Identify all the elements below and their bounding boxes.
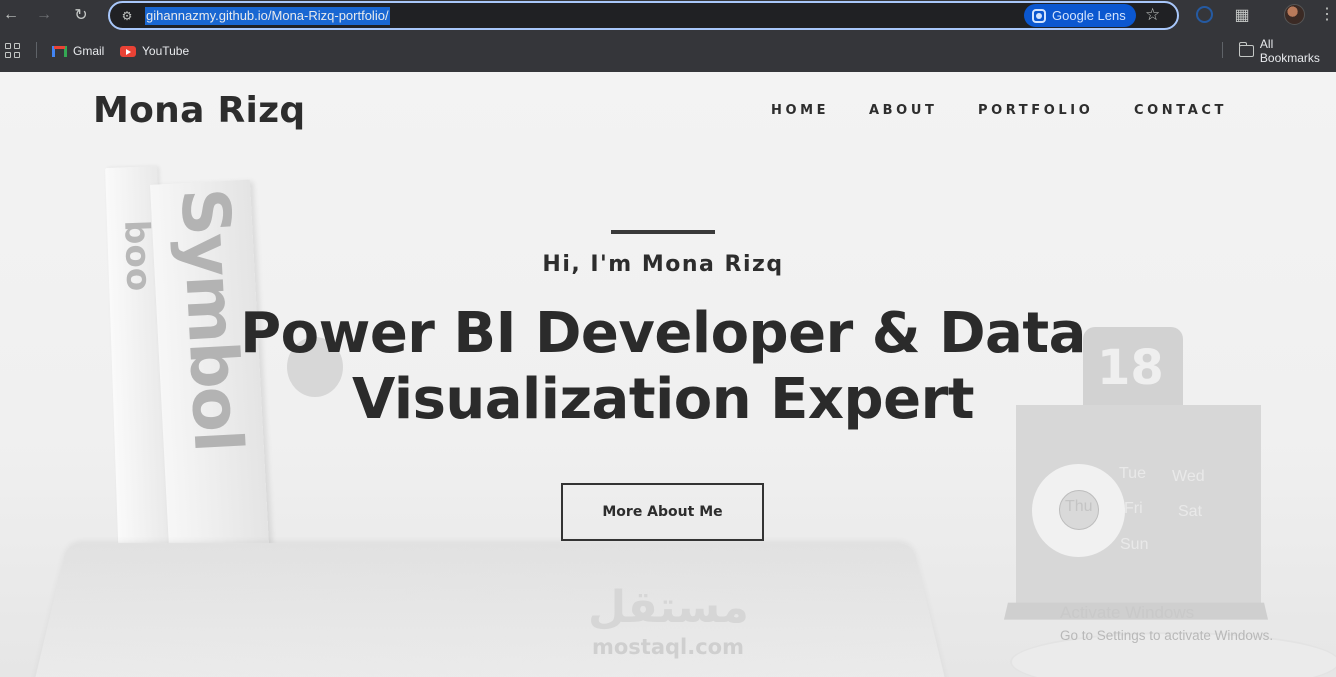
bookmark-youtube-label: YouTube: [142, 44, 189, 58]
site-settings-icon[interactable]: ⚙: [119, 8, 135, 24]
browser-toolbar: ← → ↻ ⚙ gihannazmy.github.io/Mona-Rizq-p…: [0, 0, 1336, 30]
hero-title: Power BI Developer & Data Visualization …: [190, 301, 1136, 433]
mostaql-watermark-latin: mostaql.com: [586, 635, 750, 659]
extension-icon[interactable]: [1196, 6, 1213, 23]
bookmark-gmail-label: Gmail: [73, 44, 104, 58]
address-bar[interactable]: ⚙ gihannazmy.github.io/Mona-Rizq-portfol…: [108, 1, 1179, 30]
calendar-dial: [1032, 464, 1125, 557]
book-left: [105, 166, 171, 566]
url-text[interactable]: gihannazmy.github.io/Mona-Rizq-portfolio…: [145, 7, 390, 25]
all-bookmarks-label: All Bookmarks: [1260, 37, 1336, 65]
hero-title-line-1: Power BI Developer & Data: [190, 301, 1136, 367]
bookmarks-bar: Gmail YouTube All Bookmarks: [0, 38, 1336, 64]
nav-about[interactable]: ABOUT: [869, 103, 937, 118]
calendar-day: Sat: [1178, 503, 1202, 521]
nav-contact[interactable]: CONTACT: [1134, 103, 1227, 118]
gmail-icon: [52, 46, 67, 57]
google-lens-label: Google Lens: [1052, 8, 1126, 23]
reload-icon[interactable]: ↻: [70, 4, 92, 26]
calendar-dial-center: [1059, 490, 1099, 530]
hero-title-line-2: Visualization Expert: [190, 367, 1136, 433]
nav-portfolio[interactable]: PORTFOLIO: [978, 103, 1093, 118]
google-lens-button[interactable]: Google Lens: [1024, 4, 1136, 27]
bookmark-youtube[interactable]: YouTube: [120, 42, 189, 60]
bookmark-gmail[interactable]: Gmail: [52, 42, 104, 60]
activate-windows-title: Activate Windows: [1060, 603, 1194, 623]
activate-windows-subtitle: Go to Settings to activate Windows.: [1060, 628, 1273, 643]
calendar-day: Sun: [1120, 536, 1148, 554]
browser-menu-icon[interactable]: ⋮: [1319, 4, 1335, 24]
google-lens-icon: [1032, 9, 1046, 23]
calendar-day: Tue: [1119, 465, 1146, 483]
mostaql-watermark-arabic: مستقل: [588, 582, 748, 633]
bookmark-star-icon[interactable]: ☆: [1145, 5, 1160, 25]
bookmarks-divider-right: [1222, 42, 1223, 58]
nav-home[interactable]: HOME: [771, 103, 829, 118]
laptop: [31, 543, 949, 677]
calendar-stand: [1016, 405, 1261, 615]
extensions-puzzle-icon[interactable]: ▦: [1231, 4, 1253, 26]
calendar-day: Fri: [1124, 500, 1143, 518]
more-about-me-button[interactable]: More About Me: [561, 483, 764, 541]
browser-chrome: ← → ↻ ⚙ gihannazmy.github.io/Mona-Rizq-p…: [0, 0, 1336, 72]
hero-greeting: Hi, I'm Mona Rizq: [0, 252, 1326, 277]
web-page: boo Symbol 18 Tue Wed Thu Fri Sat Sun Mo…: [0, 72, 1336, 677]
hero-divider: [611, 230, 715, 234]
forward-arrow-icon[interactable]: →: [33, 4, 55, 26]
calendar-day: Wed: [1172, 468, 1205, 486]
folder-icon: [1239, 45, 1254, 57]
youtube-icon: [120, 46, 136, 57]
bookmarks-divider: [36, 42, 37, 58]
site-logo[interactable]: Mona Rizq: [93, 90, 306, 131]
apps-grid-icon[interactable]: [5, 43, 20, 58]
all-bookmarks-button[interactable]: All Bookmarks: [1239, 42, 1336, 60]
profile-avatar[interactable]: [1284, 4, 1305, 25]
calendar-day: Thu: [1065, 498, 1093, 516]
back-arrow-icon[interactable]: ←: [0, 4, 22, 26]
